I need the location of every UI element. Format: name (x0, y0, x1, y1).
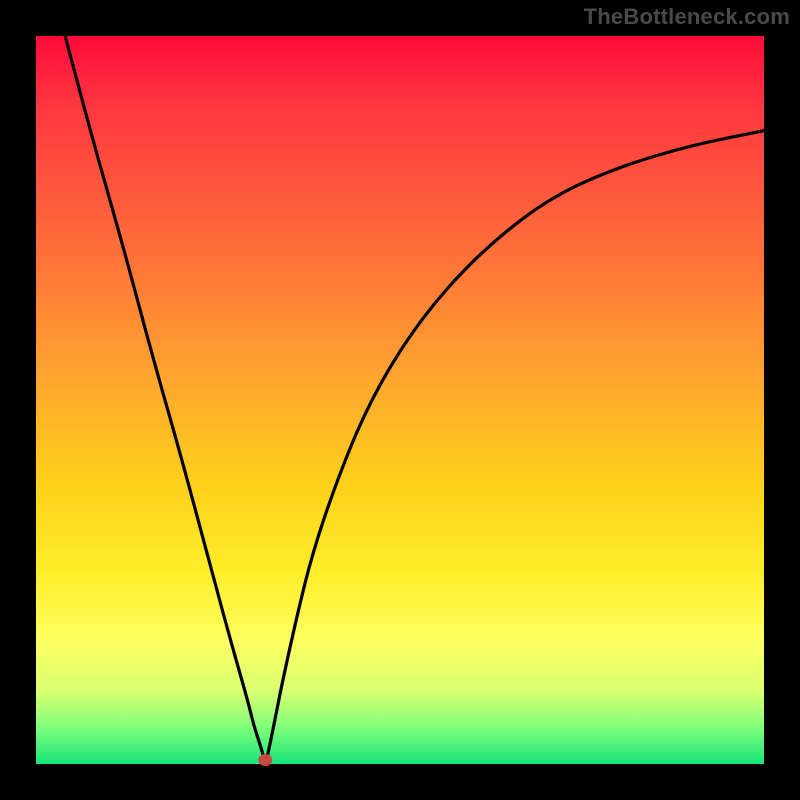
minimum-marker (258, 754, 272, 766)
watermark-text: TheBottleneck.com (584, 4, 790, 30)
bottleneck-curve (36, 36, 764, 764)
plot-area (36, 36, 764, 764)
chart-frame: TheBottleneck.com (0, 0, 800, 800)
curve-path (65, 36, 764, 764)
